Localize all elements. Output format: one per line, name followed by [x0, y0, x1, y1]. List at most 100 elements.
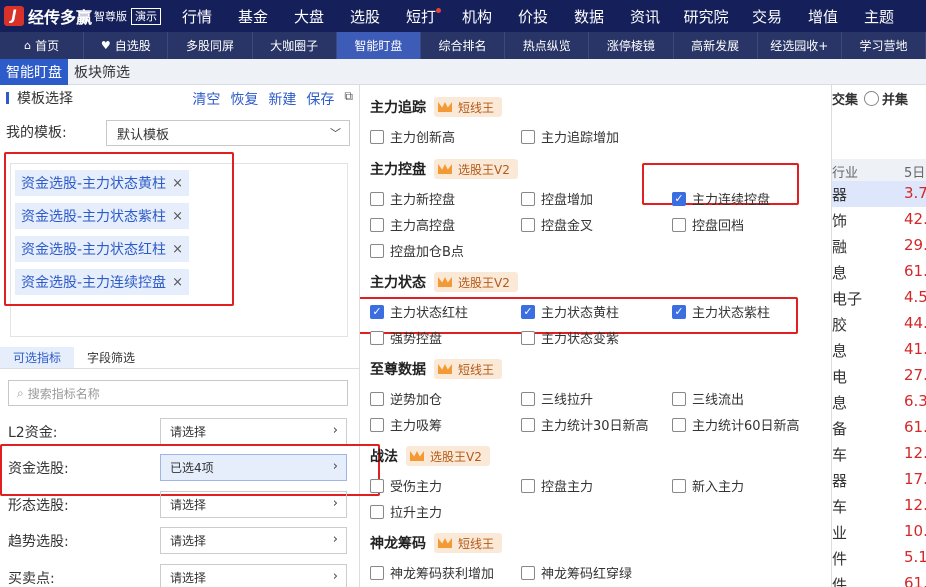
subnav-item[interactable]: 高新发展: [674, 32, 758, 59]
table-row[interactable]: 电 27.4: [832, 363, 926, 389]
subnav-item[interactable]: 多股同屏: [168, 32, 253, 59]
checkbox-icon[interactable]: [672, 391, 686, 406]
checkbox-icon[interactable]: [370, 330, 384, 345]
checkbox-icon[interactable]: [672, 478, 686, 493]
template-select[interactable]: 默认模板 ﹀: [106, 120, 350, 146]
topnav-item[interactable]: 基金: [225, 6, 281, 27]
topnav-item[interactable]: 机构: [449, 6, 505, 27]
subnav-item[interactable]: ⌂ 首页: [0, 32, 85, 59]
checkbox-checked-icon[interactable]: ✓: [521, 304, 535, 319]
checkbox-icon[interactable]: [521, 417, 535, 432]
indicator-checkbox[interactable]: 控盘金叉: [521, 215, 593, 234]
table-row[interactable]: 业 10.7: [832, 519, 926, 545]
table-row[interactable]: 息 61.0: [832, 259, 926, 285]
topnav-item[interactable]: 数据: [561, 6, 617, 27]
table-row[interactable]: 胶 44.6: [832, 311, 926, 337]
indicator-checkbox[interactable]: 主力统计60日新高: [672, 415, 800, 434]
logo[interactable]: J 经传多赢 智尊版 演示: [0, 0, 162, 32]
filter-select[interactable]: 请选择 ›: [160, 491, 347, 518]
topnav-item[interactable]: 交易: [739, 6, 795, 27]
indicator-checkbox[interactable]: 神龙筹码获利增加: [370, 563, 494, 582]
subnav-item[interactable]: 学习营地: [842, 32, 926, 59]
indicator-checkbox[interactable]: ✓ 主力状态红柱: [370, 302, 468, 321]
topnav-item[interactable]: 行情: [169, 6, 225, 27]
checkbox-icon[interactable]: [672, 217, 686, 232]
indicator-checkbox[interactable]: ✓ 主力状态紫柱: [672, 302, 770, 321]
indicator-checkbox[interactable]: 强势控盘: [370, 328, 442, 347]
checkbox-checked-icon[interactable]: ✓: [672, 304, 686, 319]
table-row[interactable]: 备 61.0: [832, 415, 926, 441]
table-row[interactable]: 息 41.3: [832, 337, 926, 363]
subnav-item[interactable]: 涨停棱镜: [589, 32, 674, 59]
indicator-checkbox[interactable]: 主力追踪增加: [521, 127, 619, 146]
checkbox-icon[interactable]: [370, 129, 384, 144]
table-row[interactable]: 电子 4.5: [832, 285, 926, 311]
subnav-item[interactable]: 经选园收+: [758, 32, 842, 59]
filter-select[interactable]: 请选择 ›: [160, 418, 347, 445]
tab-field-filter[interactable]: 字段筛选: [74, 347, 148, 368]
subnav-item[interactable]: 大咖圈子: [253, 32, 337, 59]
checkbox-icon[interactable]: [521, 129, 535, 144]
clear-button[interactable]: 清空: [192, 89, 220, 109]
indicator-checkbox[interactable]: 主力高控盘: [370, 215, 455, 234]
search-input[interactable]: ⌕ 搜索指标名称: [8, 380, 348, 406]
indicator-checkbox[interactable]: 神龙筹码红穿绿: [521, 563, 632, 582]
indicator-checkbox[interactable]: 新入主力: [672, 476, 744, 495]
checkbox-icon[interactable]: [370, 417, 384, 432]
topnav-item[interactable]: 大盘: [281, 6, 337, 27]
subnav-item[interactable]: 综合排名: [421, 32, 506, 59]
indicator-checkbox[interactable]: 控盘主力: [521, 476, 593, 495]
indicator-checkbox[interactable]: 主力状态变紫: [521, 328, 619, 347]
table-row[interactable]: 息 6.3: [832, 389, 926, 415]
indicator-checkbox[interactable]: 控盘增加: [521, 189, 593, 208]
indicator-checkbox[interactable]: ✓ 主力状态黄柱: [521, 302, 619, 321]
topnav-item[interactable]: 资讯: [617, 6, 673, 27]
subnav-item[interactable]: ♥ 自选股: [84, 32, 169, 59]
checkbox-icon[interactable]: [370, 391, 384, 406]
indicator-checkbox[interactable]: 拉升主力: [370, 502, 442, 521]
indicator-checkbox[interactable]: 三线拉升: [521, 389, 593, 408]
table-row[interactable]: 件 61.0: [832, 571, 926, 587]
column-industry[interactable]: 行业: [832, 162, 858, 181]
indicator-checkbox[interactable]: 主力创新高: [370, 127, 455, 146]
indicator-checkbox[interactable]: 逆势加仓: [370, 389, 442, 408]
subnav-item[interactable]: 热点纵览: [505, 32, 590, 59]
checkbox-icon[interactable]: [521, 191, 535, 206]
checkbox-icon[interactable]: [370, 565, 384, 580]
topnav-item[interactable]: 增值: [795, 6, 851, 27]
indicator-checkbox[interactable]: 主力统计30日新高: [521, 415, 649, 434]
table-row[interactable]: 件 5.1: [832, 545, 926, 571]
table-row[interactable]: 器 3.7: [832, 181, 926, 207]
checkbox-icon[interactable]: [521, 478, 535, 493]
checkbox-icon[interactable]: [521, 330, 535, 345]
checkbox-icon[interactable]: [370, 478, 384, 493]
checkbox-checked-icon[interactable]: ✓: [370, 304, 384, 319]
new-button[interactable]: 新建: [268, 89, 296, 109]
save-button[interactable]: 保存: [306, 89, 334, 109]
topnav-item[interactable]: 研究院: [673, 6, 739, 27]
indicator-checkbox[interactable]: 三线流出: [672, 389, 744, 408]
table-row[interactable]: 车 12.6: [832, 441, 926, 467]
indicator-checkbox[interactable]: 控盘加仓B点: [370, 241, 464, 260]
demo-badge[interactable]: 演示: [131, 7, 162, 25]
copy-icon[interactable]: ⧉: [344, 89, 353, 109]
topnav-item[interactable]: 价投: [505, 6, 561, 27]
union-radio[interactable]: [864, 91, 880, 106]
checkbox-icon[interactable]: [370, 504, 384, 519]
indicator-checkbox[interactable]: ✓ 主力连续控盘: [672, 189, 770, 208]
subnav-item[interactable]: 智能盯盘: [336, 32, 421, 59]
filter-select[interactable]: 请选择 ›: [160, 564, 347, 587]
checkbox-icon[interactable]: [672, 417, 686, 432]
table-row[interactable]: 饰 42.8: [832, 207, 926, 233]
table-row[interactable]: 融 29.1: [832, 233, 926, 259]
checkbox-icon[interactable]: [370, 191, 384, 206]
checkbox-checked-icon[interactable]: ✓: [672, 191, 686, 206]
topnav-item[interactable]: 主题: [851, 6, 907, 27]
indicator-checkbox[interactable]: 受伤主力: [370, 476, 442, 495]
checkbox-icon[interactable]: [521, 391, 535, 406]
indicator-checkbox[interactable]: 主力吸筹: [370, 415, 442, 434]
checkbox-icon[interactable]: [521, 217, 535, 232]
topnav-item[interactable]: 选股: [337, 6, 393, 27]
tab-sector-filter[interactable]: 板块筛选: [68, 59, 136, 85]
topnav-item[interactable]: 短打: [393, 6, 449, 27]
